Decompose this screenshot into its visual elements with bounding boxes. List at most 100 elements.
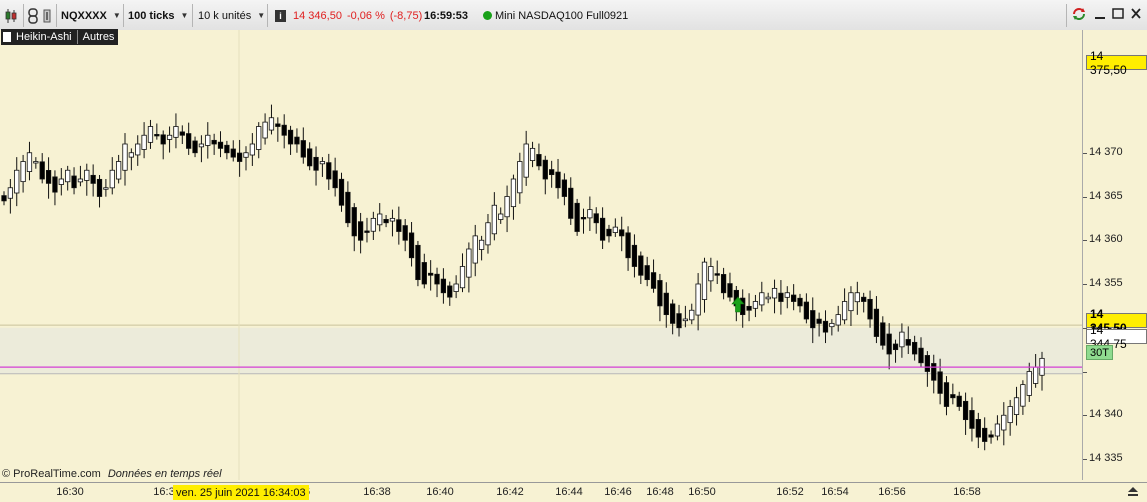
- minimize-icon[interactable]: [1093, 7, 1107, 21]
- candle-body: [791, 294, 797, 302]
- candle-body: [243, 152, 249, 158]
- price-quote: 14 346,50 -0,06 % (-8,75): [293, 6, 422, 25]
- candle-body: [931, 363, 937, 381]
- refresh-icon[interactable]: [1071, 7, 1085, 21]
- x-tick-label: 16:44: [555, 486, 583, 498]
- quote-time: 16:59:53: [424, 9, 469, 22]
- interval-label: 100 ticks: [128, 9, 175, 22]
- candle-body: [109, 169, 115, 189]
- y-tick-label: 14 335: [1089, 452, 1123, 464]
- candle-body: [994, 423, 1001, 437]
- y-tick-mark: [1083, 240, 1087, 242]
- candle-body: [84, 169, 90, 181]
- scroll-to-end-icon[interactable]: [1126, 486, 1140, 499]
- candle-body: [421, 262, 427, 285]
- candle-body: [249, 143, 255, 156]
- candle-body: [77, 178, 84, 183]
- y-tick-label: 14 360: [1089, 233, 1123, 246]
- candle-body: [829, 322, 835, 328]
- candle-body: [676, 313, 682, 329]
- time-axis[interactable]: ven. 25 juin 2021 16:34:03 16:3016:3616:…: [0, 482, 1147, 502]
- candle-body: [778, 292, 784, 302]
- candle-body: [937, 371, 943, 394]
- toolbar-divider: [23, 4, 24, 27]
- candle-body: [217, 141, 224, 149]
- candle-body: [650, 272, 657, 289]
- candle-body: [1026, 371, 1032, 396]
- candle-body: [574, 202, 580, 232]
- chart-toolbar: NQXXXX ▼ 100 ticks ▼ 10 k unités ▼ i 14 …: [0, 0, 1147, 31]
- candle-body: [440, 278, 447, 294]
- candle-body: [517, 161, 523, 194]
- candle-body: [90, 174, 96, 184]
- candle-body: [536, 154, 542, 167]
- candle-body: [307, 148, 313, 167]
- y-tick-label: 14 365: [1089, 189, 1123, 202]
- candle-body: [657, 280, 663, 307]
- candle-body: [899, 331, 905, 348]
- candle-body: [580, 216, 587, 220]
- candle-body: [434, 273, 440, 285]
- x-tick-label: 16:56: [878, 486, 906, 498]
- candle-body: [300, 140, 306, 158]
- candle-body: [841, 301, 848, 321]
- candle-body: [256, 126, 262, 150]
- symbol-selector[interactable]: NQXXXX ▼: [61, 6, 121, 25]
- chevron-down-icon: ▼: [112, 11, 121, 20]
- candle-body: [510, 178, 517, 208]
- units-selector[interactable]: 10 k unités ▼: [198, 6, 265, 25]
- candle-body: [638, 255, 644, 276]
- candle-body: [529, 147, 536, 161]
- price-chart[interactable]: [0, 30, 1083, 480]
- candle-body: [988, 434, 994, 438]
- chart-type-name: Heikin-Ashi: [16, 31, 72, 43]
- candle-body: [166, 134, 173, 140]
- chart-other-menu[interactable]: Autres: [83, 31, 115, 43]
- candle-body: [568, 187, 574, 219]
- x-tick-label: 16:40: [426, 486, 454, 498]
- toolbar-divider: [123, 4, 124, 27]
- candle-body: [71, 175, 77, 189]
- candle-body: [625, 232, 631, 259]
- x-tick-label: 16:30: [56, 486, 84, 498]
- candle-body: [179, 131, 185, 136]
- candle-body: [861, 296, 867, 302]
- candle-body: [459, 266, 466, 289]
- candle-body: [701, 261, 708, 300]
- y-tick-mark: [1083, 415, 1087, 417]
- candle-body: [173, 126, 179, 138]
- chart-color-swatch: [3, 32, 11, 42]
- chart-type-badge[interactable]: Heikin-Ashi Autres: [1, 29, 119, 45]
- candle-body: [262, 121, 268, 139]
- chart-type-icon[interactable]: [4, 6, 18, 25]
- candle-body: [982, 427, 988, 442]
- candle-body: [402, 225, 408, 241]
- info-icon: i: [275, 9, 286, 22]
- info-button[interactable]: i: [275, 6, 286, 25]
- interval-selector[interactable]: 100 ticks ▼: [128, 6, 188, 25]
- link-icon[interactable]: [27, 6, 39, 25]
- candle-body: [771, 287, 778, 299]
- candle-body: [26, 152, 33, 172]
- toolbar-divider: [267, 4, 268, 27]
- last-price: 14 346,50: [293, 9, 342, 22]
- price-axis[interactable]: 14 33514 34014 35014 35514 36014 36514 3…: [1083, 30, 1147, 482]
- candle-body: [504, 196, 510, 218]
- candle-body: [689, 309, 695, 321]
- y-tick-label: 14 340: [1089, 408, 1123, 421]
- color-marker-icon[interactable]: [41, 6, 53, 25]
- candle-body: [810, 310, 816, 329]
- maximize-icon[interactable]: [1111, 7, 1125, 21]
- candle-body: [1033, 366, 1039, 384]
- candle-body: [1001, 414, 1007, 431]
- candle-body: [867, 298, 873, 320]
- candle-body: [797, 297, 803, 307]
- candle-body: [472, 235, 478, 264]
- candle-body: [345, 191, 351, 224]
- x-tick-label: 16:48: [646, 486, 674, 498]
- close-icon[interactable]: [1129, 7, 1143, 21]
- candlestick-chart[interactable]: [0, 30, 1083, 480]
- candle-body: [1020, 384, 1026, 407]
- tick-counter-badge: 30T: [1086, 345, 1113, 360]
- candle-body: [784, 292, 790, 298]
